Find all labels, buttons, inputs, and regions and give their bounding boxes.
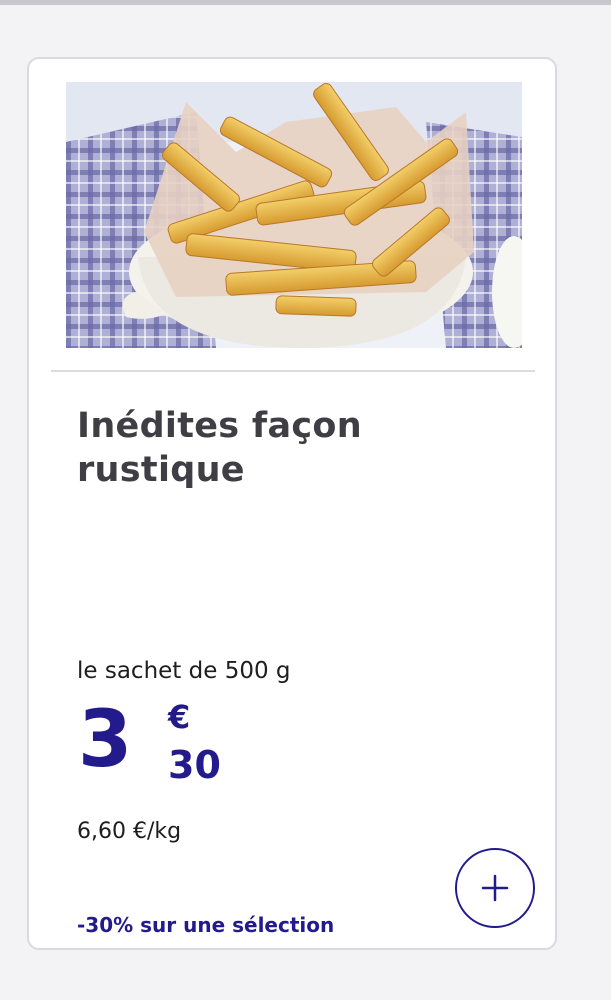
price-cents: 30 (168, 743, 221, 787)
top-bar (0, 0, 611, 5)
unit-label: le sachet de 500 g (77, 658, 291, 684)
plus-icon (481, 874, 509, 902)
product-image (66, 82, 522, 348)
product-title: Inédites façon rustique (77, 404, 497, 492)
price-currency: € (168, 698, 191, 736)
product-title-line-2: rustique (77, 450, 245, 490)
price-integer: 3 (78, 695, 133, 785)
promo-text: -30% sur une sélection (77, 913, 335, 937)
divider (51, 370, 535, 372)
product-title-line-1: Inédites façon (77, 406, 362, 446)
add-to-cart-button[interactable] (455, 848, 535, 928)
product-card[interactable]: Inédites façon rustique le sachet de 500… (27, 57, 557, 950)
price-per-kg: 6,60 €/kg (77, 819, 182, 844)
